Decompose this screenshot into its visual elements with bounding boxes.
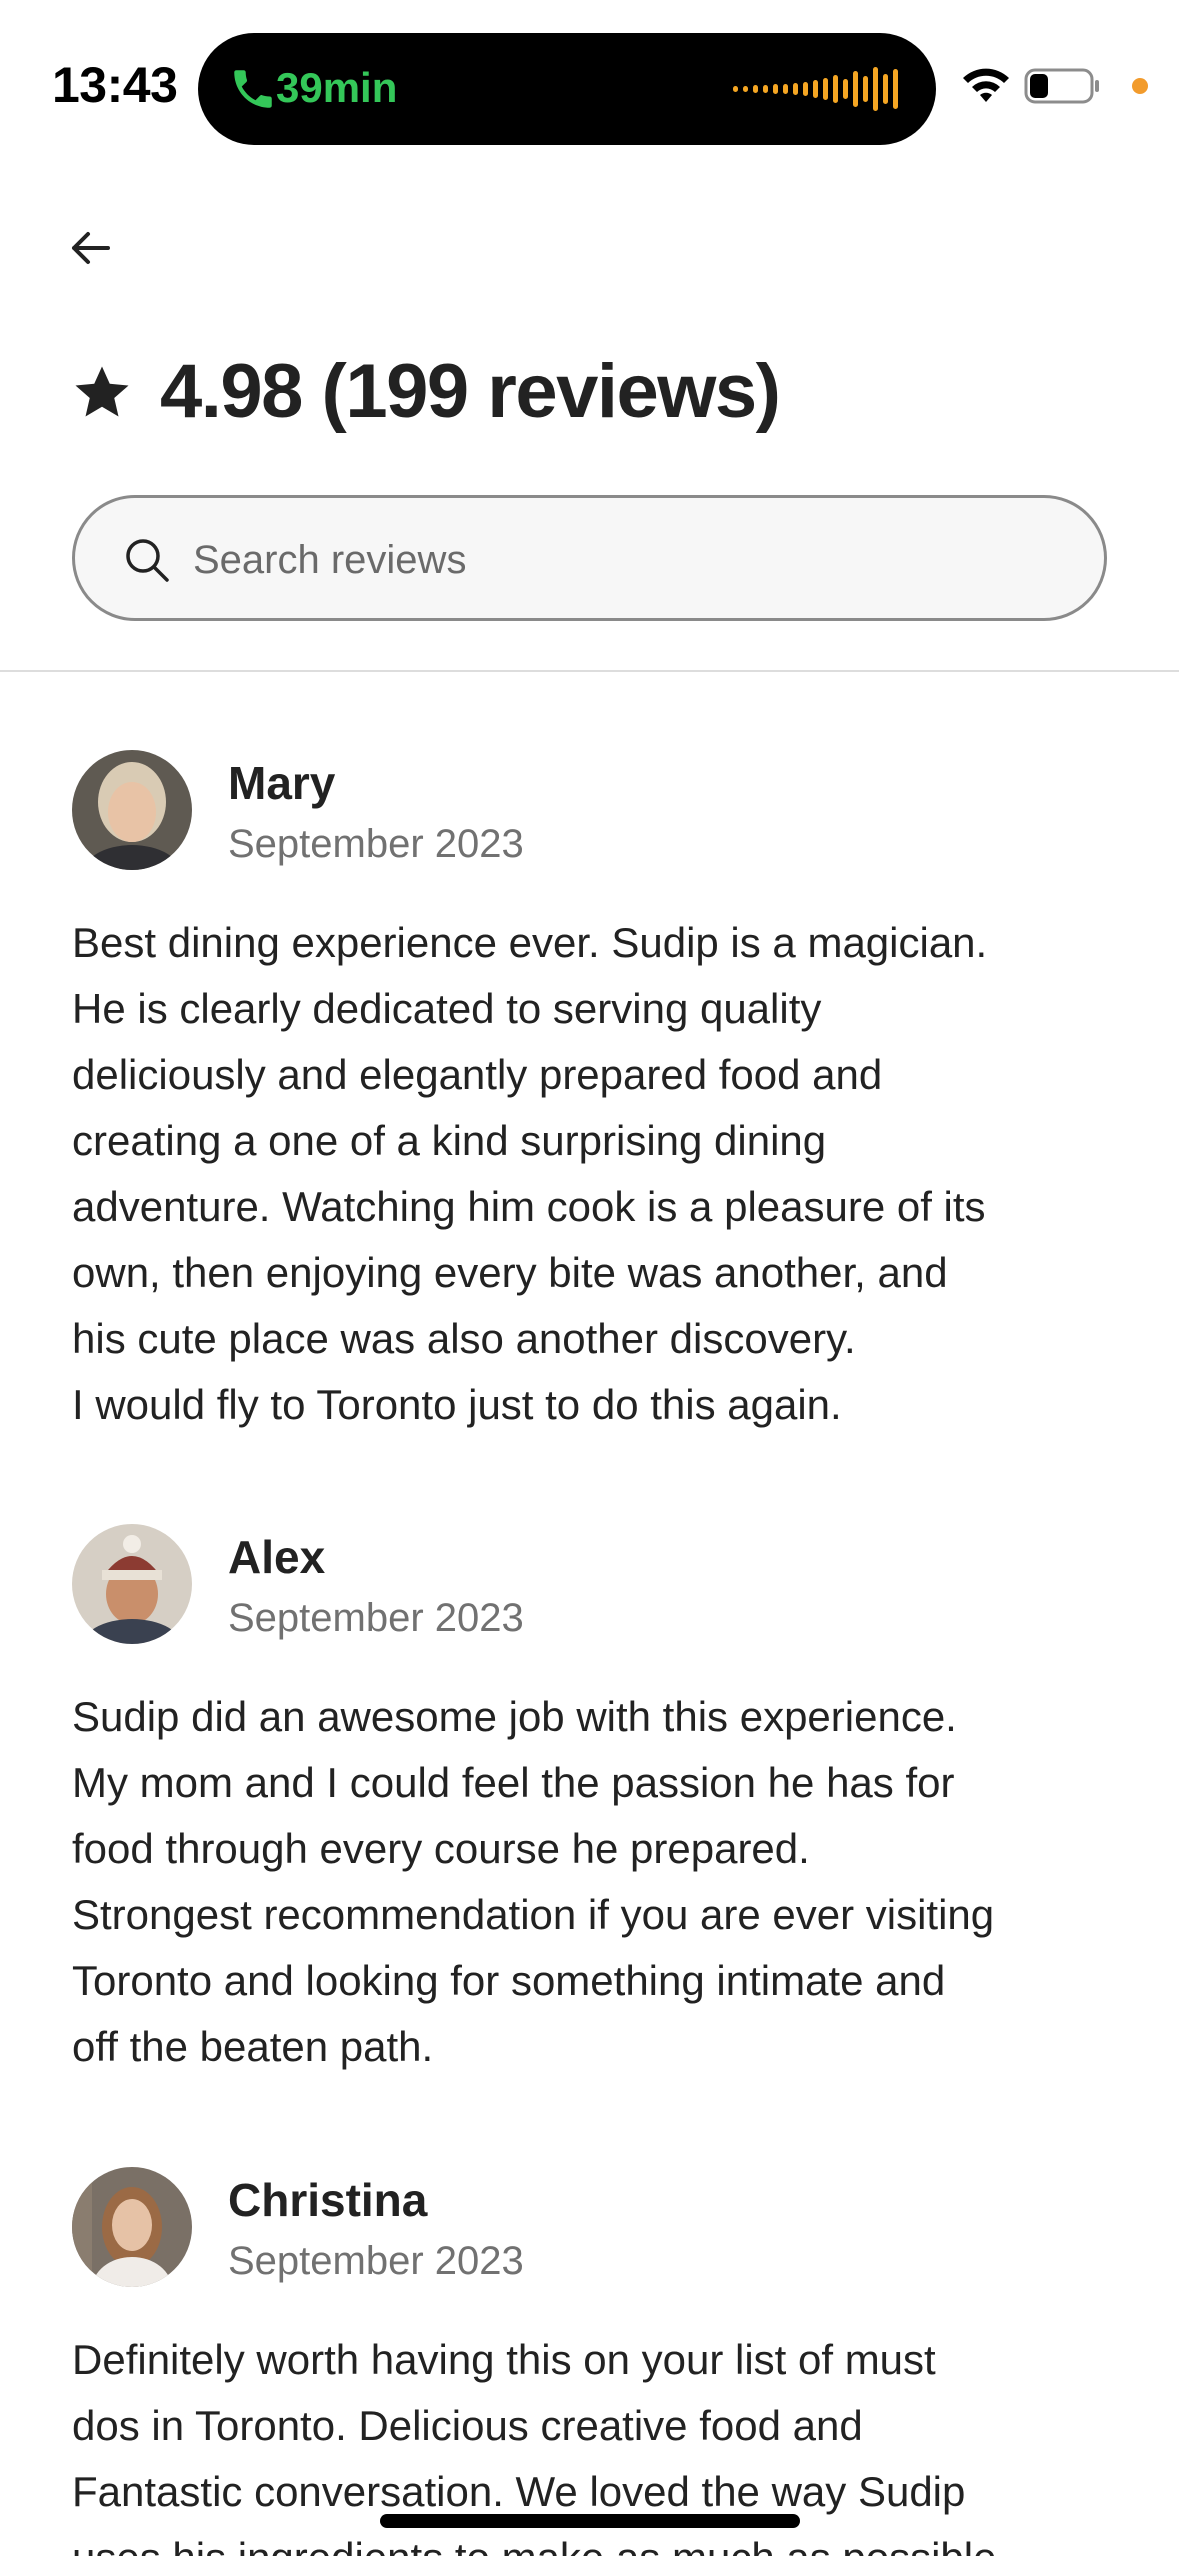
review-text: Sudip did an awesome job with this exper… bbox=[72, 1693, 995, 2070]
search-icon bbox=[126, 539, 169, 582]
rating-header: 4.98 (199 reviews) bbox=[72, 348, 781, 435]
avatar[interactable] bbox=[72, 2167, 192, 2287]
avatar[interactable] bbox=[72, 750, 192, 870]
search-input[interactable]: Search reviews bbox=[72, 495, 1107, 621]
avatar[interactable] bbox=[72, 1524, 192, 1644]
review-item: Alex September 2023 Sudip did an awesome… bbox=[72, 1524, 1112, 2084]
review-date: September 2023 bbox=[228, 1596, 524, 1640]
review-text: Best dining experience ever. Sudip is a … bbox=[72, 919, 988, 1428]
star-icon bbox=[75, 366, 129, 416]
review-item: Mary September 2023 Best dining experien… bbox=[72, 750, 1112, 1440]
audio-waveform-icon bbox=[733, 63, 898, 115]
status-time: 13:43 bbox=[52, 57, 178, 113]
privacy-indicator-dot bbox=[1132, 78, 1148, 94]
reviewer-name: Alex bbox=[228, 1531, 326, 1583]
wifi-icon bbox=[963, 68, 1009, 102]
review-date: September 2023 bbox=[228, 2239, 524, 2283]
status-bar: 13:43 39min bbox=[0, 0, 1179, 170]
phone-icon bbox=[234, 70, 272, 108]
active-call-pill[interactable]: 39min bbox=[198, 33, 936, 145]
review-item: Christina September 2023 Definitely wort… bbox=[72, 2167, 1112, 2556]
reviews-screen: 13:43 39min 4.98 (199 reviews) Search re… bbox=[0, 0, 1179, 2556]
header-divider bbox=[0, 670, 1179, 672]
search-placeholder: Search reviews bbox=[193, 538, 467, 582]
arrow-left-icon bbox=[72, 232, 110, 264]
review-date: September 2023 bbox=[228, 822, 524, 866]
reviewer-name: Mary bbox=[228, 757, 336, 809]
battery-icon bbox=[1024, 68, 1099, 104]
home-indicator[interactable] bbox=[380, 2514, 800, 2528]
page-title: 4.98 (199 reviews) bbox=[160, 349, 781, 434]
reviewer-name: Christina bbox=[228, 2174, 428, 2226]
back-button[interactable] bbox=[62, 220, 118, 276]
call-duration: 39min bbox=[276, 64, 398, 111]
